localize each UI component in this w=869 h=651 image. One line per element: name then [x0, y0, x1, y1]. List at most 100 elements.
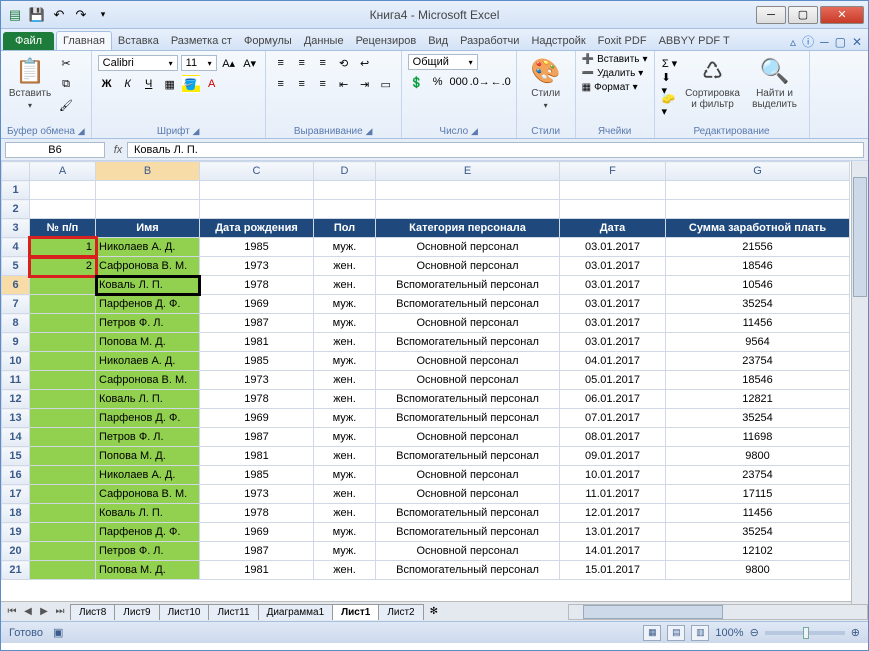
font-launcher-icon[interactable]: ◢ [193, 126, 200, 136]
cell[interactable]: Вспомогательный персонал [376, 276, 560, 295]
cell[interactable] [200, 181, 314, 200]
cell[interactable]: 1985 [200, 466, 314, 485]
cell[interactable]: 1969 [200, 523, 314, 542]
font-color-button[interactable]: A [203, 75, 221, 93]
column-header-F[interactable]: F [560, 162, 666, 181]
cell[interactable]: 03.01.2017 [560, 295, 666, 314]
cell[interactable]: 35254 [666, 523, 850, 542]
cell[interactable] [314, 200, 376, 219]
select-all-corner[interactable] [2, 162, 30, 181]
row-header-5[interactable]: 5 [2, 257, 30, 276]
cell[interactable]: муж. [314, 314, 376, 333]
increase-font-icon[interactable]: A▴ [220, 54, 238, 72]
tab-foxit[interactable]: Foxit PDF [592, 32, 653, 50]
close-button[interactable]: ✕ [820, 6, 864, 24]
cell[interactable]: 11456 [666, 504, 850, 523]
sheet-tab-Лист8[interactable]: Лист8 [70, 604, 115, 620]
cell[interactable]: муж. [314, 352, 376, 371]
cell[interactable]: 03.01.2017 [560, 314, 666, 333]
cell[interactable]: 18546 [666, 257, 850, 276]
cell[interactable] [30, 561, 96, 580]
tab-insert[interactable]: Вставка [112, 32, 165, 50]
increase-decimal-icon[interactable]: .0→ [471, 73, 489, 91]
orientation-icon[interactable]: ⟲ [335, 54, 353, 72]
tab-developer[interactable]: Разработчи [454, 32, 525, 50]
cell[interactable]: Парфенов Д. Ф. [96, 523, 200, 542]
view-pagebreak-icon[interactable]: ▥ [691, 625, 709, 641]
sheet-nav-prev-icon[interactable]: ◀ [21, 606, 35, 617]
cell[interactable]: 12.01.2017 [560, 504, 666, 523]
cell[interactable]: 03.01.2017 [560, 238, 666, 257]
row-header-14[interactable]: 14 [2, 428, 30, 447]
row-header-18[interactable]: 18 [2, 504, 30, 523]
cell[interactable]: 1985 [200, 238, 314, 257]
cell[interactable]: 04.01.2017 [560, 352, 666, 371]
font-name-combo[interactable]: Calibri▾ [98, 55, 178, 71]
autosum-icon[interactable]: Σ ▾ [661, 54, 679, 72]
insert-cells-button[interactable]: ➕Вставить ▾ [582, 54, 648, 65]
format-cells-button[interactable]: ▦Формат ▾ [582, 82, 648, 93]
fill-color-button[interactable]: 🪣 [182, 75, 200, 93]
cell[interactable]: 1981 [200, 333, 314, 352]
cell[interactable]: жен. [314, 561, 376, 580]
minimize-button[interactable]: ─ [756, 6, 786, 24]
table-header[interactable]: Имя [96, 219, 200, 238]
decrease-indent-icon[interactable]: ⇤ [335, 75, 353, 93]
tab-addins[interactable]: Надстройк [525, 32, 591, 50]
cell[interactable]: 1981 [200, 561, 314, 580]
align-bottom-icon[interactable]: ≡ [314, 54, 332, 72]
scrollbar-thumb[interactable] [853, 177, 867, 297]
cell[interactable]: 10546 [666, 276, 850, 295]
cell[interactable]: Вспомогательный персонал [376, 333, 560, 352]
cell[interactable] [30, 428, 96, 447]
cell[interactable]: 23754 [666, 466, 850, 485]
cell[interactable]: 1987 [200, 314, 314, 333]
table-header[interactable]: Сумма заработной плать [666, 219, 850, 238]
zoom-level[interactable]: 100% [715, 627, 743, 639]
cell[interactable]: жен. [314, 485, 376, 504]
cell[interactable] [30, 276, 96, 295]
row-header-8[interactable]: 8 [2, 314, 30, 333]
cell[interactable]: Основной персонал [376, 352, 560, 371]
cell[interactable]: муж. [314, 409, 376, 428]
workbook-minimize-icon[interactable]: ─ [820, 35, 829, 49]
cell[interactable] [30, 390, 96, 409]
sheet-tab-Лист9[interactable]: Лист9 [114, 604, 159, 620]
cell[interactable] [30, 181, 96, 200]
tab-data[interactable]: Данные [298, 32, 350, 50]
cell[interactable] [30, 295, 96, 314]
cell[interactable]: жен. [314, 390, 376, 409]
table-header[interactable]: № п/п [30, 219, 96, 238]
cell[interactable]: 1985 [200, 352, 314, 371]
row-header-13[interactable]: 13 [2, 409, 30, 428]
cell[interactable]: 1987 [200, 542, 314, 561]
cell[interactable]: 12821 [666, 390, 850, 409]
cell[interactable]: Основной персонал [376, 257, 560, 276]
cell[interactable] [376, 200, 560, 219]
row-header-4[interactable]: 4 [2, 238, 30, 257]
cell[interactable]: 15.01.2017 [560, 561, 666, 580]
cell[interactable]: Николаев А. Д. [96, 238, 200, 257]
sort-filter-button[interactable]: ♺ Сортировка и фильтр [683, 54, 743, 112]
cell[interactable]: Парфенов Д. Ф. [96, 295, 200, 314]
table-header[interactable]: Дата [560, 219, 666, 238]
delete-cells-button[interactable]: ➖Удалить ▾ [582, 68, 648, 79]
workbook-close-icon[interactable]: ✕ [852, 35, 862, 49]
number-format-combo[interactable]: Общий▾ [408, 54, 478, 70]
cell[interactable] [30, 504, 96, 523]
cell[interactable]: жен. [314, 257, 376, 276]
find-select-button[interactable]: 🔍 Найти и выделить [747, 54, 803, 112]
fx-icon[interactable]: fx [109, 144, 127, 156]
cell[interactable]: 05.01.2017 [560, 371, 666, 390]
cell[interactable]: 1973 [200, 257, 314, 276]
cell[interactable]: 35254 [666, 409, 850, 428]
cell[interactable] [666, 181, 850, 200]
cell[interactable]: Коваль Л. П. [96, 390, 200, 409]
cell[interactable]: Вспомогательный персонал [376, 295, 560, 314]
format-painter-icon[interactable]: 🖌 [57, 96, 75, 114]
cell[interactable] [30, 447, 96, 466]
clipboard-launcher-icon[interactable]: ◢ [78, 126, 85, 136]
cell[interactable]: 09.01.2017 [560, 447, 666, 466]
minimize-ribbon-icon[interactable]: ▵ [790, 35, 796, 49]
macro-record-icon[interactable]: ▣ [53, 626, 63, 639]
